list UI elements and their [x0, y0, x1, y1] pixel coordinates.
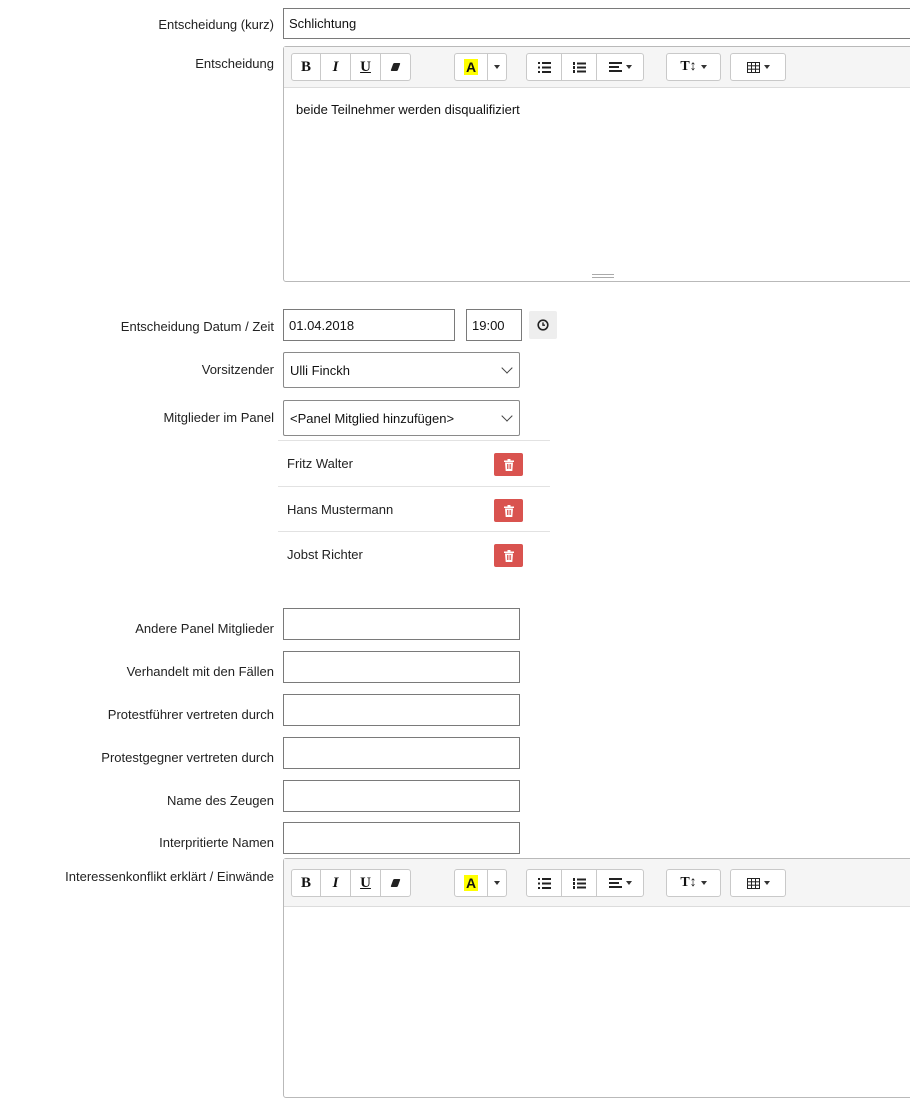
panel-member-row: Hans Mustermann: [278, 486, 550, 531]
trash-icon: [503, 549, 514, 562]
protestee-rep-label: Protestgegner vertreten durch: [101, 750, 274, 765]
panel-member-name: Hans Mustermann: [287, 502, 394, 517]
font-color-dropdown[interactable]: [487, 53, 507, 81]
ordered-list-button[interactable]: [561, 53, 597, 81]
bold-button[interactable]: B: [291, 869, 321, 897]
chairman-label: Vorsitzender: [201, 362, 274, 377]
chairman-selected: Ulli Finckh: [290, 362, 350, 378]
eraser-icon: [390, 879, 401, 887]
unordered-list-button[interactable]: [526, 53, 562, 81]
eraser-button[interactable]: [380, 869, 411, 897]
chevron-down-icon: [501, 362, 513, 374]
witness-label: Name des Zeugen: [167, 793, 274, 808]
eraser-icon: [390, 63, 401, 71]
font-color-button[interactable]: A: [454, 869, 488, 897]
decision-editor-content[interactable]: beide Teilnehmer werden disqualifiziert: [284, 88, 910, 131]
add-panel-member-select[interactable]: <Panel Mitglied hinzufügen>: [283, 400, 520, 436]
interpreted-names-input[interactable]: [283, 822, 520, 854]
eraser-button[interactable]: [380, 53, 411, 81]
decision-toolbar: B I U A T↕: [284, 47, 910, 88]
delete-member-button[interactable]: [494, 544, 523, 567]
clock-icon: [537, 319, 549, 331]
panel-member-row: Jobst Richter: [278, 531, 550, 576]
interpreted-names-label: Interpritierte Namen: [159, 835, 274, 850]
decision-short-label: Entscheidung (kurz): [158, 17, 274, 32]
align-button[interactable]: [596, 869, 644, 897]
chevron-down-icon: [501, 410, 513, 422]
conflict-editor[interactable]: B I U A T↕: [283, 858, 910, 1098]
font-size-icon: T↕: [680, 59, 697, 74]
decision-datetime-label: Entscheidung Datum / Zeit: [120, 319, 274, 334]
trash-icon: [503, 504, 514, 517]
italic-button[interactable]: I: [320, 869, 351, 897]
bold-button[interactable]: B: [291, 53, 321, 81]
resize-grip[interactable]: [592, 274, 614, 278]
font-size-button[interactable]: T↕: [666, 53, 721, 81]
caret-down-icon: [700, 65, 707, 69]
numbered-list-icon: [572, 877, 586, 889]
chairman-select[interactable]: Ulli Finckh: [283, 352, 520, 388]
conflict-editor-content[interactable]: [284, 907, 910, 935]
trash-icon: [503, 458, 514, 471]
panel-members-label: Mitglieder im Panel: [163, 410, 274, 425]
panel-member-name: Fritz Walter: [287, 456, 353, 471]
align-left-icon: [608, 878, 622, 888]
decision-date-input[interactable]: [283, 309, 455, 341]
decision-editor[interactable]: B I U A T↕ beide Teilnehmer werden disqu…: [283, 46, 910, 282]
other-members-label: Andere Panel Mitglieder: [135, 621, 274, 636]
caret-down-icon: [625, 881, 632, 885]
delete-member-button[interactable]: [494, 499, 523, 522]
caret-down-icon: [625, 65, 632, 69]
ordered-list-button[interactable]: [561, 869, 597, 897]
table-icon: [746, 877, 760, 889]
italic-button[interactable]: I: [320, 53, 351, 81]
table-button[interactable]: [730, 869, 786, 897]
caret-down-icon: [700, 881, 707, 885]
delete-member-button[interactable]: [494, 453, 523, 476]
cases-input[interactable]: [283, 651, 520, 683]
caret-down-icon: [763, 65, 770, 69]
protestor-rep-label: Protestführer vertreten durch: [107, 707, 274, 722]
font-color-button[interactable]: A: [454, 53, 488, 81]
align-left-icon: [608, 62, 622, 72]
font-color-icon: A: [463, 59, 479, 75]
decision-time-input[interactable]: [466, 309, 522, 341]
conflict-toolbar: B I U A T↕: [284, 859, 910, 907]
caret-down-icon: [763, 881, 770, 885]
panel-member-row: Fritz Walter: [278, 440, 550, 485]
bullet-list-icon: [537, 61, 551, 73]
font-color-icon: A: [463, 875, 479, 891]
underline-button[interactable]: U: [350, 53, 381, 81]
unordered-list-button[interactable]: [526, 869, 562, 897]
numbered-list-icon: [572, 61, 586, 73]
cases-label: Verhandelt mit den Fällen: [126, 664, 274, 679]
panel-member-name: Jobst Richter: [287, 547, 363, 562]
decision-label: Entscheidung: [195, 56, 274, 71]
protestor-rep-input[interactable]: [283, 694, 520, 726]
other-members-input[interactable]: [283, 608, 520, 640]
conflict-label: Interessenkonflikt erklärt / Einwände: [65, 869, 274, 884]
font-size-icon: T↕: [680, 875, 697, 890]
witness-input[interactable]: [283, 780, 520, 812]
underline-button[interactable]: U: [350, 869, 381, 897]
table-icon: [746, 61, 760, 73]
decision-short-input[interactable]: [283, 8, 910, 39]
add-panel-member-placeholder: <Panel Mitglied hinzufügen>: [290, 410, 455, 426]
protestee-rep-input[interactable]: [283, 737, 520, 769]
table-button[interactable]: [730, 53, 786, 81]
bullet-list-icon: [537, 877, 551, 889]
font-size-button[interactable]: T↕: [666, 869, 721, 897]
caret-down-icon: [494, 881, 500, 885]
caret-down-icon: [494, 65, 500, 69]
align-button[interactable]: [596, 53, 644, 81]
clock-button[interactable]: [529, 311, 557, 339]
font-color-dropdown[interactable]: [487, 869, 507, 897]
